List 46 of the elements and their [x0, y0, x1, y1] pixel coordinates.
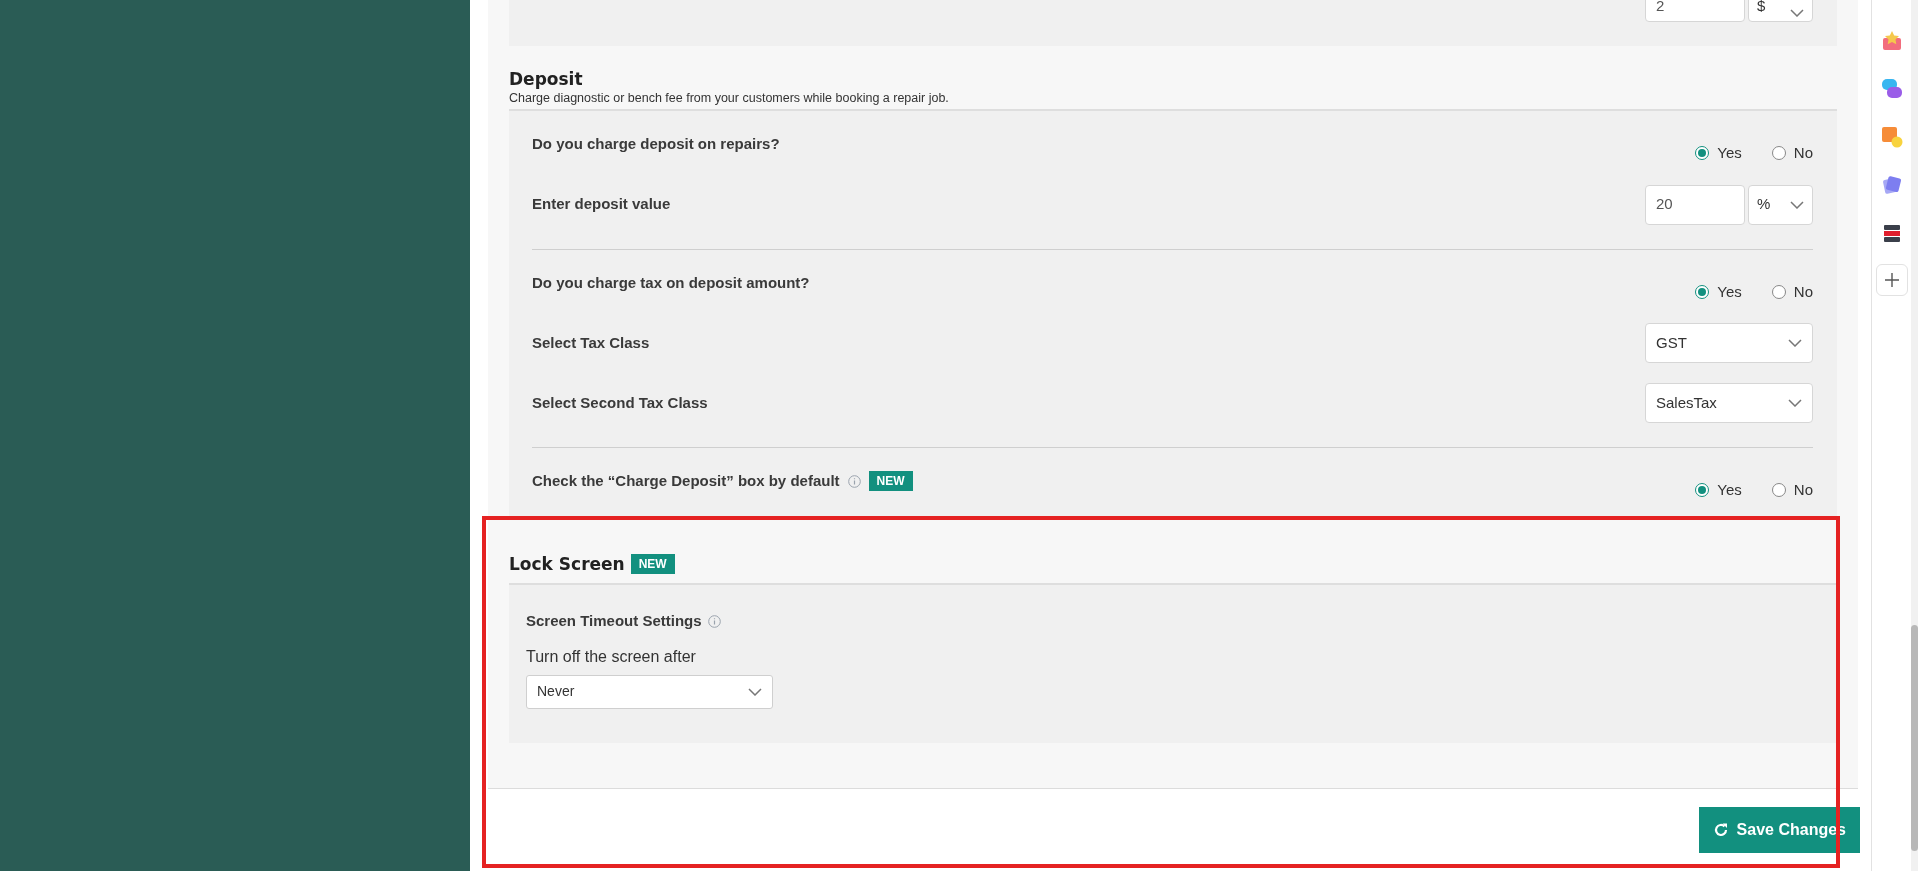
- radio-button[interactable]: [1695, 146, 1710, 161]
- unit-select[interactable]: %: [1748, 184, 1813, 225]
- scrollbar-thumb[interactable]: [1911, 625, 1918, 851]
- currency-select[interactable]: $: [1748, 0, 1813, 22]
- radio-option[interactable]: No: [1771, 142, 1813, 165]
- field-label: Do you charge tax on deposit amount?: [532, 272, 810, 293]
- tax-class-select[interactable]: GST: [1645, 323, 1813, 363]
- field-label: Do you charge deposit on repairs?: [532, 134, 780, 154]
- refresh-icon: [1712, 821, 1729, 838]
- radio-option[interactable]: Yes: [1695, 142, 1742, 165]
- radio-button[interactable]: [1771, 146, 1786, 161]
- field-label: Enter deposit value: [532, 194, 671, 215]
- radio-button[interactable]: [1695, 284, 1710, 299]
- deposit-value-input[interactable]: 20: [1645, 184, 1745, 225]
- info-icon: [707, 614, 721, 628]
- field-label: Check the “Charge Deposit” box by default: [532, 471, 840, 491]
- chevron-down-icon: [1788, 399, 1802, 407]
- plus-icon: [1883, 272, 1900, 288]
- new-badge: NEW: [630, 554, 675, 575]
- chevron-down-icon: [1790, 9, 1804, 17]
- section-description: Charge diagnostic or bench fee from your customers while booking a repair job.: [509, 90, 950, 106]
- gift-star-icon[interactable]: [1880, 30, 1903, 52]
- radio-button[interactable]: [1771, 483, 1786, 498]
- chevron-down-icon: [1788, 339, 1802, 347]
- radio-button[interactable]: [1695, 483, 1710, 498]
- radio-option[interactable]: Yes: [1695, 280, 1742, 303]
- radio-option[interactable]: Yes: [1695, 479, 1742, 502]
- amount-input[interactable]: 2: [1645, 0, 1745, 22]
- radio-option[interactable]: No: [1771, 479, 1813, 502]
- section-title: Lock Screen: [509, 552, 625, 576]
- chevron-down-icon: [748, 687, 762, 696]
- square-circle-icon[interactable]: [1880, 126, 1903, 148]
- field-label: Select Tax Class: [532, 332, 650, 353]
- tax-class-select[interactable]: SalesTax: [1645, 383, 1813, 423]
- chevron-down-icon: [1790, 200, 1804, 209]
- radio-button[interactable]: [1771, 284, 1786, 299]
- section-title: Deposit: [509, 68, 584, 90]
- field-label: Select Second Tax Class: [532, 392, 708, 413]
- setting-title: Screen Timeout Settings: [526, 611, 702, 631]
- field-label: Turn off the screen after: [526, 646, 697, 667]
- chat-bubbles-icon[interactable]: [1880, 78, 1903, 100]
- stacked-cards-icon[interactable]: [1880, 174, 1903, 196]
- timeout-select[interactable]: Never: [526, 674, 773, 709]
- new-badge: NEW: [868, 471, 913, 492]
- add-button[interactable]: [1875, 264, 1908, 296]
- radio-option[interactable]: No: [1771, 280, 1813, 303]
